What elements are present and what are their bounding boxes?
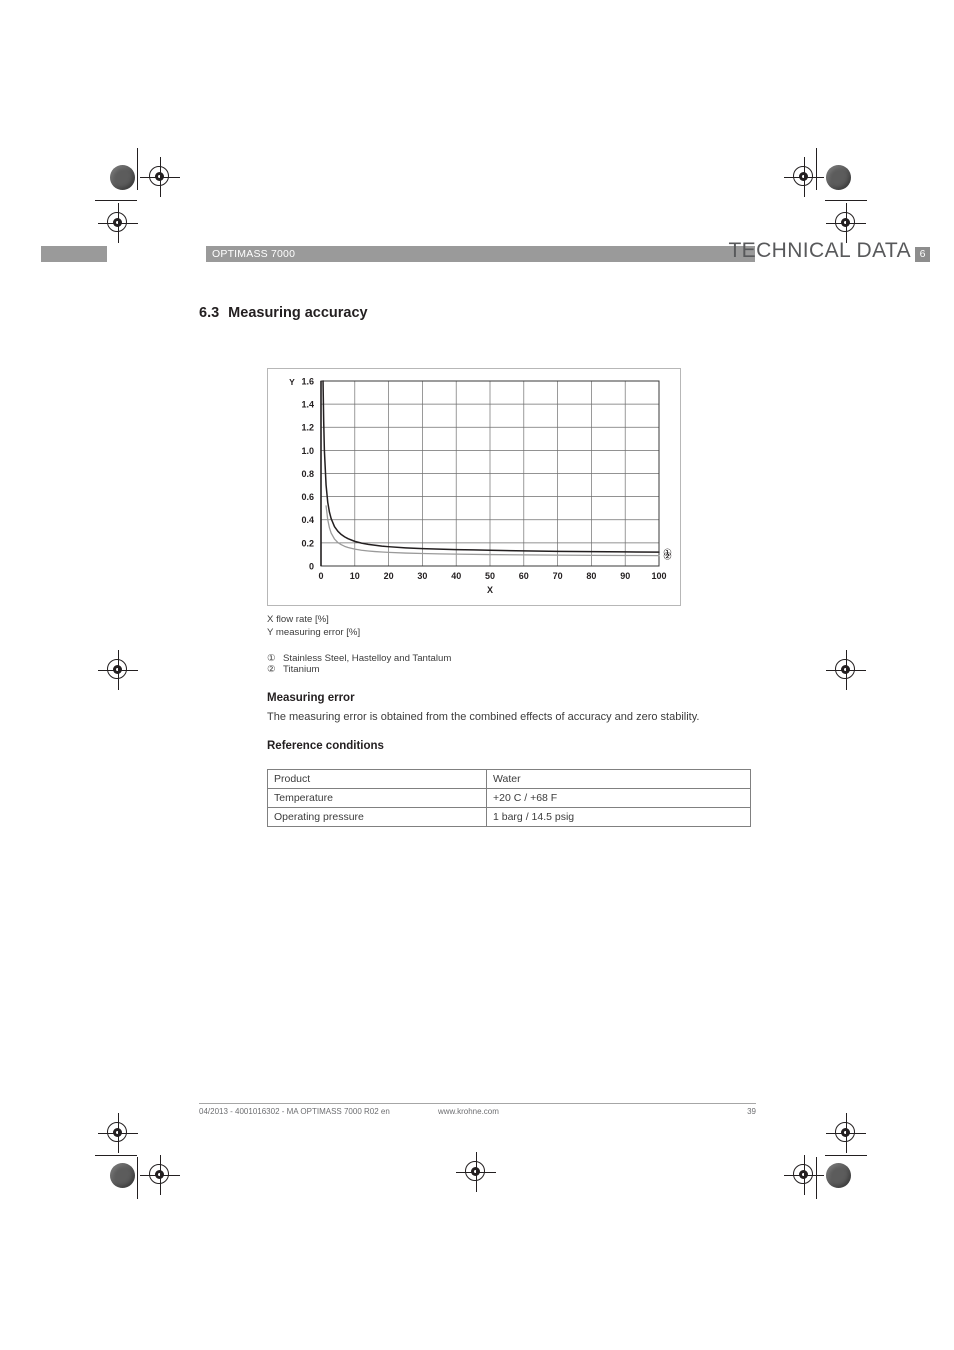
chart-y-tick-label: 1.2: [301, 423, 314, 433]
header-product-name: OPTIMASS 7000: [212, 248, 296, 260]
table-row: Operating pressure 1 barg / 14.5 psig: [267, 807, 751, 827]
header-chapter-badge: 6: [915, 247, 930, 262]
registration-target-bottom-left-inner: [140, 1155, 180, 1195]
header-gray-bar: OPTIMASS 7000: [206, 246, 755, 262]
footer-document-id: 04/2013 - 4001016302 - MA OPTIMASS 7000 …: [199, 1107, 390, 1116]
reference-conditions-table: Product Water Temperature +20 C / +68 F …: [267, 769, 751, 827]
legend-marker-2-icon: ②: [267, 664, 276, 675]
chart-x-tick-label: 100: [651, 571, 666, 581]
chart-x-tick-label: 10: [350, 571, 360, 581]
registration-target-top-left-outer: [98, 203, 138, 243]
page-footer: 04/2013 - 4001016302 - MA OPTIMASS 7000 …: [199, 1103, 756, 1120]
registration-dot-bottom-left: [110, 1163, 135, 1188]
registration-target-top-right-inner: [784, 157, 824, 197]
chart-y-tick-label: 0.6: [301, 492, 314, 502]
chart-x-tick-label: 60: [519, 571, 529, 581]
registration-rule-br-h: [825, 1155, 867, 1156]
registration-dot-top-right: [826, 165, 851, 190]
chart-y-axis-letter: Y: [289, 377, 295, 387]
registration-target-bottom-center: [456, 1152, 496, 1192]
chart-x-axis-letter: X: [487, 585, 493, 595]
table-cell-key: Operating pressure: [267, 807, 487, 827]
registration-target-bottom-left-outer: [98, 1113, 138, 1153]
footer-page-number: 39: [747, 1107, 756, 1116]
registration-rule-br-v: [816, 1157, 817, 1199]
header-edge-block: [41, 246, 107, 262]
registration-rule-tr-h: [825, 200, 867, 201]
page-header: OPTIMASS 7000 TECHNICAL DATA 6: [0, 239, 954, 267]
section-number: 6.3: [199, 305, 220, 321]
chart-legend-item-1: ① Stainless Steel, Hastelloy and Tantalum: [267, 653, 451, 664]
registration-rule-bl-v: [137, 1157, 138, 1199]
chart-caption-x: X flow rate [%]: [267, 614, 329, 625]
registration-rule-tl-v: [137, 148, 138, 190]
chart-x-tick-label: 40: [451, 571, 461, 581]
chart-caption-y: Y measuring error [%]: [267, 627, 361, 638]
legend-marker-1-icon: ①: [267, 653, 276, 664]
registration-target-bottom-right-inner: [784, 1155, 824, 1195]
registration-target-top-right-outer: [826, 203, 866, 243]
registration-rule-tl-h: [95, 200, 137, 201]
registration-rule-tr-v: [816, 148, 817, 190]
registration-rule-bl-h: [95, 1155, 137, 1156]
registration-target-mid-left: [98, 650, 138, 690]
chart-y-tick-label: 1.6: [301, 376, 314, 386]
chart-y-tick-label: 1.4: [301, 400, 314, 410]
table-cell-key: Product: [267, 769, 487, 789]
table-cell-value: 1 barg / 14.5 psig: [486, 807, 751, 827]
chart-y-tick-label: 1.0: [301, 446, 314, 456]
registration-target-top-left-inner: [140, 157, 180, 197]
chart-series-line-1: [322, 380, 660, 553]
chart-x-tick-label: 20: [384, 571, 394, 581]
chart-y-tick-label: 0.2: [301, 538, 314, 548]
footer-website[interactable]: www.krohne.com: [438, 1107, 499, 1116]
section-title: Measuring accuracy: [228, 305, 368, 321]
measuring-accuracy-chart: 0 0.2 0.4 0.6 0.8 1.0 1.2 1.4 1.6 0 10 20 30 40 50 60 70…: [267, 368, 681, 606]
chart-y-tick-label: 0.4: [301, 515, 314, 525]
chart-x-tick-label: 50: [485, 571, 495, 581]
chart-x-tick-label: 90: [620, 571, 630, 581]
registration-dot-bottom-right: [826, 1163, 851, 1188]
table-cell-value: +20 C / +68 F: [486, 788, 751, 808]
chart-svg: 0 0.2 0.4 0.6 0.8 1.0 1.2 1.4 1.6 0 10 20 30 40 50 60 70…: [289, 376, 672, 595]
table-cell-key: Temperature: [267, 788, 487, 808]
legend-label-2: Titanium: [283, 664, 320, 675]
chart-x-tick-label: 70: [553, 571, 563, 581]
registration-target-bottom-right-outer: [826, 1113, 866, 1153]
legend-label-1: Stainless Steel, Hastelloy and Tantalum: [283, 653, 452, 664]
chart-y-tick-label: 0: [309, 561, 314, 571]
registration-dot-top-left: [110, 165, 135, 190]
reference-conditions-heading: Reference conditions: [267, 740, 384, 752]
chart-y-tick-label: 0.8: [301, 469, 314, 479]
registration-target-mid-right: [826, 650, 866, 690]
page-title: 6.3 Measuring accuracy: [199, 305, 368, 321]
table-cell-value: Water: [486, 769, 751, 789]
chart-series-line-2: [325, 505, 660, 557]
table-row: Temperature +20 C / +68 F: [267, 788, 751, 808]
header-section-title: TECHNICAL DATA: [728, 239, 911, 262]
measuring-error-heading: Measuring error: [267, 692, 355, 704]
chart-x-tick-label: 80: [586, 571, 596, 581]
table-row: Product Water: [267, 769, 751, 789]
chart-legend-item-2: ② Titanium: [267, 664, 319, 675]
chart-series-marker-2-icon: ②: [663, 552, 672, 563]
chart-x-tick-label: 0: [318, 571, 323, 581]
chart-x-tick-label: 30: [417, 571, 427, 581]
measuring-error-text: The measuring error is obtained from the…: [267, 711, 700, 723]
